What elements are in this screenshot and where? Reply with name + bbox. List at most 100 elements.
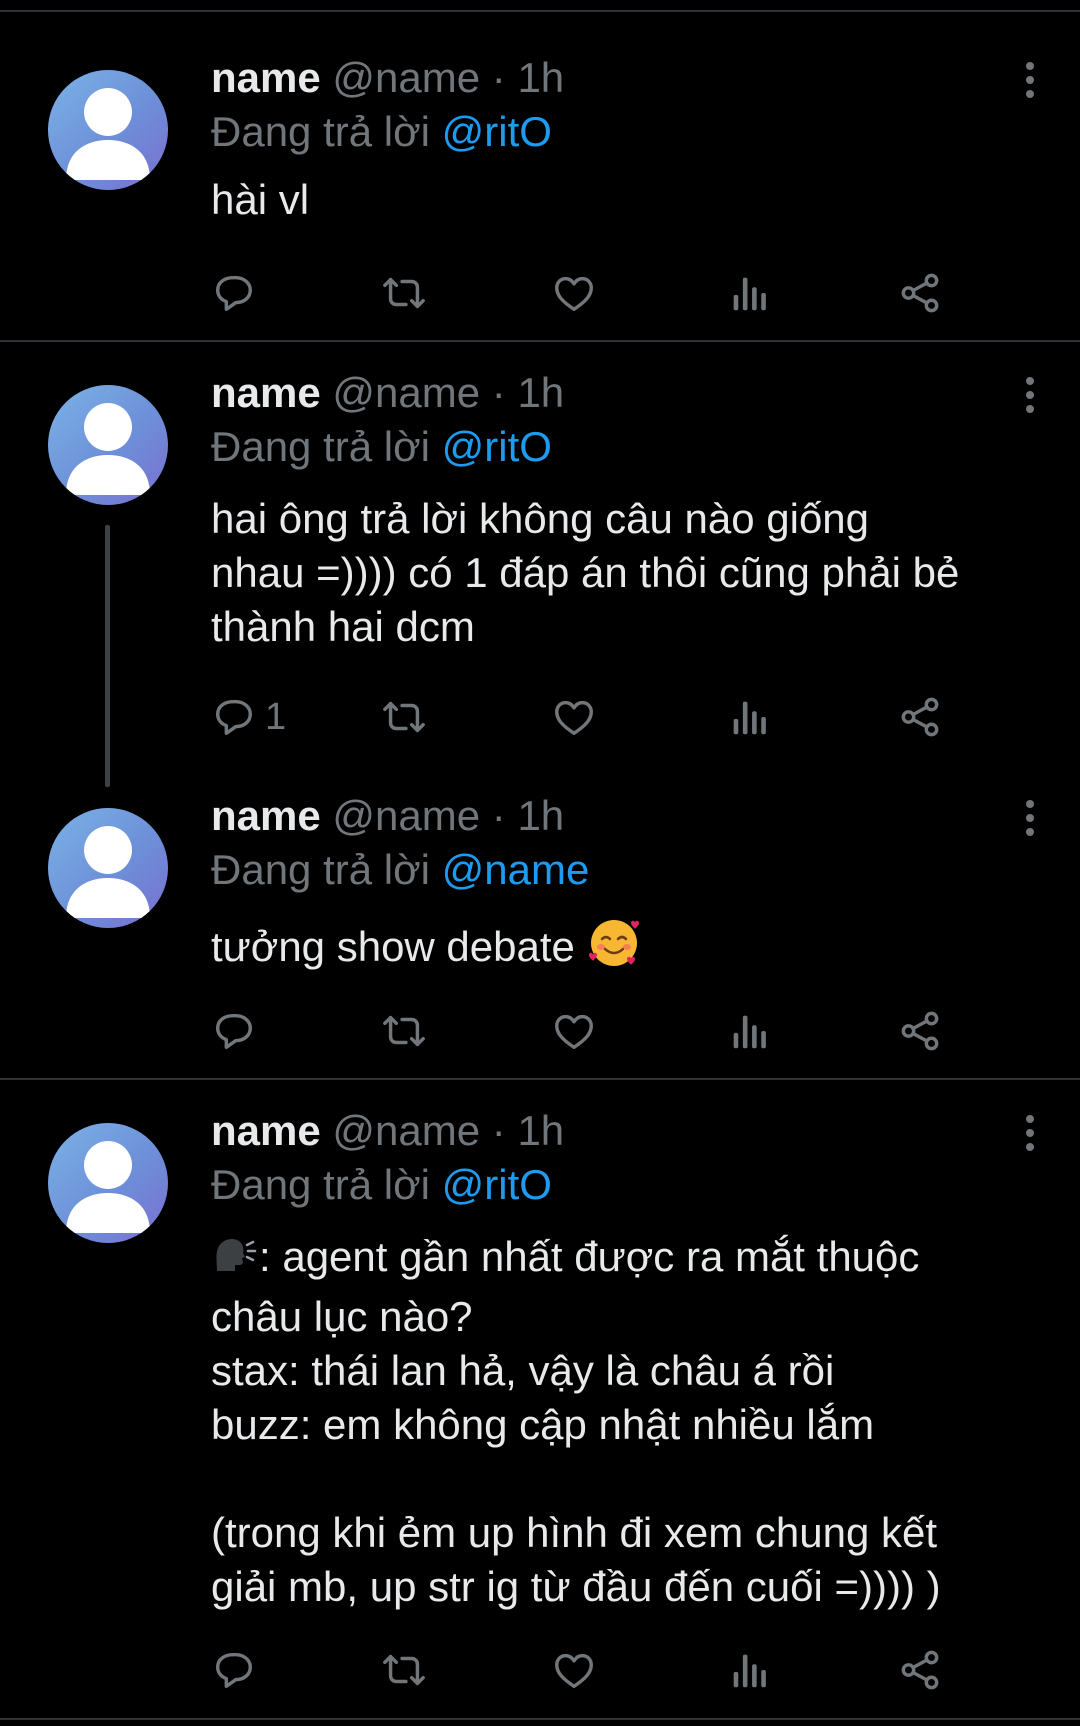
timestamp[interactable]: 1h	[517, 369, 564, 416]
tweet-divider	[0, 1718, 1080, 1720]
tweet-text-block: : agent gần nhất được ra mắt thuộc châu …	[211, 1230, 1031, 1614]
tweet-text-line: tưởng show debate	[211, 915, 1031, 982]
tweet-text: tưởng show debate	[211, 923, 575, 970]
retweet-icon	[379, 1008, 429, 1054]
tweet-divider	[0, 340, 1080, 342]
tweet-actions	[211, 268, 1031, 318]
views-button[interactable]	[729, 1645, 769, 1695]
replying-to-label: Đang trả lời	[211, 423, 430, 470]
replying-to-label: Đang trả lời	[211, 108, 430, 155]
like-button[interactable]	[551, 692, 597, 742]
avatar[interactable]	[48, 70, 168, 190]
share-button[interactable]	[897, 1645, 943, 1695]
reply-button[interactable]: 1	[211, 692, 286, 742]
tweet-content: name @name · 1h Đang trả lời @ritO hài v…	[211, 51, 1031, 227]
views-button[interactable]	[729, 692, 769, 742]
retweet-icon	[379, 1647, 429, 1693]
replying-to: Đang trả lời @ritO	[211, 105, 1031, 159]
share-button[interactable]	[897, 1006, 943, 1056]
like-button[interactable]	[551, 1006, 597, 1056]
share-icon	[897, 1008, 943, 1054]
user-handle: @name	[332, 792, 481, 839]
display-name[interactable]: name	[211, 1107, 321, 1154]
tweet-text: hai ông trả lời không câu nào giống nhau…	[211, 495, 960, 650]
avatar[interactable]	[48, 808, 168, 928]
reply-button[interactable]	[211, 1006, 265, 1056]
separator: ·	[491, 792, 506, 839]
display-name[interactable]: name	[211, 54, 321, 101]
avatar[interactable]	[48, 385, 168, 505]
reply-icon	[211, 1008, 257, 1054]
user-handle: @name	[332, 54, 481, 101]
retweet-button[interactable]	[379, 268, 429, 318]
like-button[interactable]	[551, 1645, 597, 1695]
tweet-content: name @name · 1h Đang trả lời @name tưởng…	[211, 789, 1031, 982]
replying-to: Đang trả lời @ritO	[211, 1158, 1031, 1212]
tweet-actions	[211, 1645, 1031, 1695]
views-icon	[729, 694, 769, 740]
replying-to-label: Đang trả lời	[211, 846, 430, 893]
user-handle: @name	[332, 1107, 481, 1154]
more-vertical-icon[interactable]	[1018, 1113, 1042, 1153]
display-name[interactable]: name	[211, 369, 321, 416]
replying-to: Đang trả lời @name	[211, 843, 1031, 897]
retweet-button[interactable]	[379, 1006, 429, 1056]
tweet-content: name @name · 1h Đang trả lời @ritO hai ô…	[211, 366, 1031, 654]
retweet-button[interactable]	[379, 1645, 429, 1695]
reply-icon	[211, 270, 257, 316]
share-icon	[897, 1647, 943, 1693]
more-vertical-icon[interactable]	[1018, 60, 1042, 100]
reply-button[interactable]	[211, 1645, 265, 1695]
tweet-header: name @name · 1h	[211, 51, 1031, 105]
tweet-header: name @name · 1h	[211, 366, 1031, 420]
reply-icon	[211, 1647, 257, 1693]
user-handle: @name	[332, 369, 481, 416]
share-button[interactable]	[897, 692, 943, 742]
retweet-icon	[379, 694, 429, 740]
speaking-head-icon	[211, 1231, 257, 1290]
avatar[interactable]	[48, 1123, 168, 1243]
smiling-face-with-hearts-icon	[587, 915, 641, 982]
tweet-text: : agent gần nhất được ra mắt thuộc châu …	[211, 1233, 941, 1610]
like-icon	[551, 694, 597, 740]
like-icon	[551, 1008, 597, 1054]
views-button[interactable]	[729, 1006, 769, 1056]
views-button[interactable]	[729, 268, 769, 318]
display-name[interactable]: name	[211, 792, 321, 839]
reply-icon	[211, 694, 257, 740]
tweet-actions: 1	[211, 692, 1031, 742]
share-button[interactable]	[897, 268, 943, 318]
top-divider	[0, 10, 1080, 12]
separator: ·	[491, 369, 506, 416]
more-vertical-icon[interactable]	[1018, 375, 1042, 415]
thread-line	[105, 525, 110, 787]
views-icon	[729, 270, 769, 316]
tweet-divider	[0, 1078, 1080, 1080]
tweet-content: name @name · 1h Đang trả lời @ritO : age…	[211, 1104, 1031, 1614]
tweet-actions	[211, 1006, 1031, 1056]
share-icon	[897, 694, 943, 740]
timestamp[interactable]: 1h	[517, 1107, 564, 1154]
tweet-text: hài vl	[211, 176, 310, 223]
retweet-button[interactable]	[379, 692, 429, 742]
views-icon	[729, 1008, 769, 1054]
reply-mention[interactable]: @ritO	[442, 423, 552, 470]
timestamp[interactable]: 1h	[517, 54, 564, 101]
like-icon	[551, 1647, 597, 1693]
timestamp[interactable]: 1h	[517, 792, 564, 839]
replying-to: Đang trả lời @ritO	[211, 420, 1031, 474]
retweet-icon	[379, 270, 429, 316]
separator: ·	[491, 54, 506, 101]
like-button[interactable]	[551, 268, 597, 318]
separator: ·	[491, 1107, 506, 1154]
reply-mention[interactable]: @name	[442, 846, 590, 893]
tweet-header: name @name · 1h	[211, 1104, 1031, 1158]
tweet-header: name @name · 1h	[211, 789, 1031, 843]
more-vertical-icon[interactable]	[1018, 798, 1042, 838]
like-icon	[551, 270, 597, 316]
reply-mention[interactable]: @ritO	[442, 108, 552, 155]
reply-button[interactable]	[211, 268, 265, 318]
share-icon	[897, 270, 943, 316]
reply-mention[interactable]: @ritO	[442, 1161, 552, 1208]
views-icon	[729, 1647, 769, 1693]
